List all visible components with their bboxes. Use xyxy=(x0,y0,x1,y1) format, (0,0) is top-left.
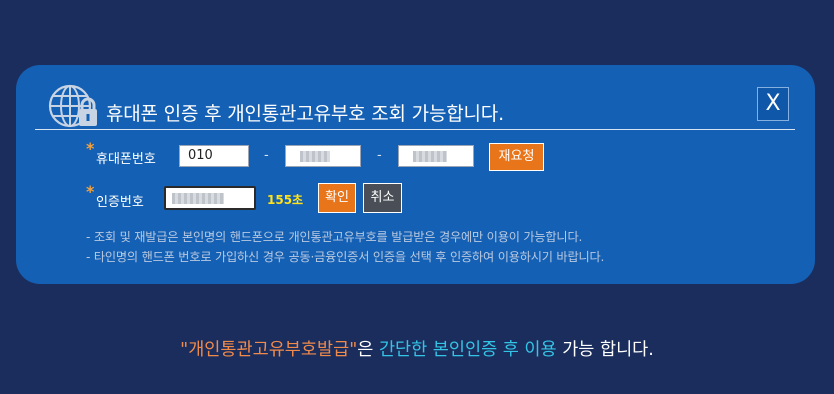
notice-line: - 타인명의 핸드폰 번호로 가입하신 경우 공동·금융인증서 인증을 선택 후… xyxy=(86,250,605,264)
footer-text: 가능 합니다. xyxy=(556,340,654,360)
phone-dash-1: - xyxy=(264,148,269,163)
page: 휴대폰 인증 후 개인통관고유부호 조회 가능합니다. X * 휴대폰번호 01… xyxy=(0,0,834,394)
cancel-button[interactable]: 취소 xyxy=(363,183,402,213)
phone-dash-2: - xyxy=(377,148,382,163)
panel-title: 휴대폰 인증 후 개인통관고유부호 조회 가능합니다. xyxy=(106,103,504,125)
footer-message: "개인통관고유부호발급"은 간단한 본인인증 후 이용 가능 합니다. xyxy=(0,336,834,361)
countdown-timer: 155초 xyxy=(267,193,304,207)
footer-text: 은 xyxy=(357,340,379,360)
close-icon: X xyxy=(765,91,781,116)
verification-code-input[interactable] xyxy=(164,186,256,210)
required-star: * xyxy=(86,139,95,158)
verification-panel: 휴대폰 인증 후 개인통관고유부호 조회 가능합니다. X * 휴대폰번호 01… xyxy=(16,65,815,284)
footer-service-name: "개인통관고유부호발급" xyxy=(180,340,358,360)
masked-value xyxy=(172,193,224,204)
notice-line: - 조회 및 재발급은 본인명의 핸드폰으로 개인통관고유부호를 발급받은 경우… xyxy=(86,230,583,244)
required-star: * xyxy=(86,182,95,201)
phone-label: 휴대폰번호 xyxy=(96,152,156,167)
masked-value xyxy=(300,151,330,162)
verification-code-label: 인증번호 xyxy=(96,195,144,210)
phone-last-input[interactable] xyxy=(398,145,474,167)
phone-middle-input[interactable] xyxy=(285,145,361,167)
title-divider xyxy=(35,129,795,130)
resend-button[interactable]: 재요청 xyxy=(489,143,544,171)
globe-lock-icon xyxy=(48,84,97,128)
confirm-button[interactable]: 확인 xyxy=(318,183,356,213)
footer-highlight: 간단한 본인인증 후 이용 xyxy=(378,340,557,360)
close-button[interactable]: X xyxy=(757,87,789,121)
phone-prefix-input[interactable]: 010 xyxy=(179,145,249,167)
masked-value xyxy=(413,151,447,162)
